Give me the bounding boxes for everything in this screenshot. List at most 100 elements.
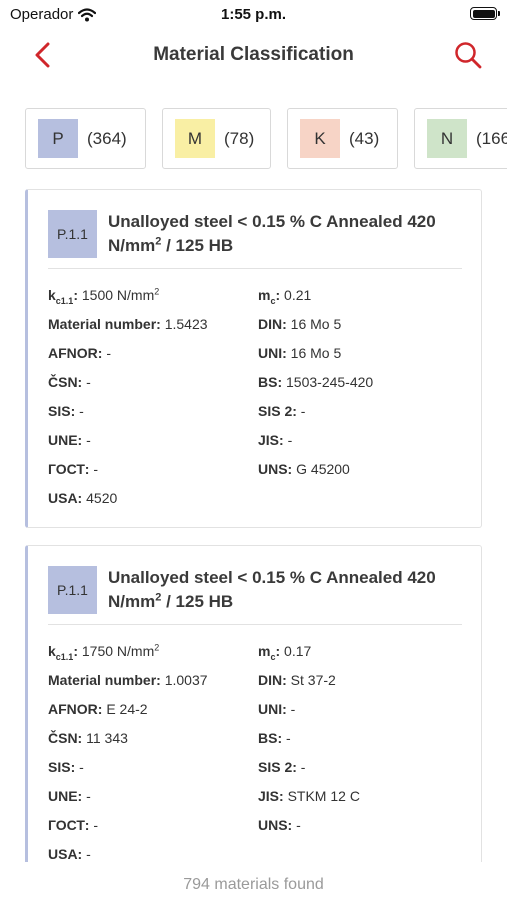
field-label: UNS: (258, 461, 293, 477)
field-label: USA: (48, 846, 83, 862)
group-count-p: (364) (87, 128, 127, 148)
field-value: G 45200 (296, 461, 350, 477)
field-value: 11 343 (86, 730, 128, 746)
field-kc11: kc1.1: 1500 N/mm2 (48, 286, 160, 306)
status-bar: Operador 1:55 p.m. (0, 0, 507, 28)
field-sis: SIS: - (48, 403, 84, 419)
field-csn: ČSN: - (48, 374, 91, 390)
field-value: - (296, 817, 301, 833)
field-usa: USA: 4520 (48, 490, 117, 506)
field-value: - (86, 846, 91, 862)
field-une: UNE: - (48, 788, 91, 804)
field-afnor: AFNOR: E 24-2 (48, 701, 148, 717)
clock: 1:55 p.m. (220, 6, 287, 23)
field-value: - (79, 759, 84, 775)
field-uni: UNI: 16 Mo 5 (258, 345, 341, 361)
material-title: Unalloyed steel < 0.15 % C Annealed 420 … (108, 568, 436, 611)
group-chip-p[interactable]: P (364) (25, 108, 146, 169)
field-value: - (300, 403, 306, 419)
group-count-n: (166) (476, 128, 507, 148)
field-label: UNE: (48, 432, 83, 448)
field-value: STKM 12 C (287, 788, 360, 804)
field-label: BS: (258, 374, 283, 390)
field-din: DIN: St 37-2 (258, 672, 336, 688)
field-value: - (86, 432, 91, 448)
material-card-header: P.1.1 Unalloyed steel < 0.15 % C Anneale… (48, 564, 462, 625)
field-value: - (287, 432, 293, 448)
field-value: 16 Mo 5 (290, 345, 342, 361)
field-value: 1750 N/mm2 (81, 642, 160, 659)
group-count-m: (78) (224, 128, 255, 148)
field-label: Material number: (48, 672, 161, 688)
group-chip-k[interactable]: K (43) (287, 108, 398, 169)
group-badge-n: N (427, 119, 467, 158)
nav-bar: Material Classification (0, 30, 507, 80)
field-une: UNE: - (48, 432, 91, 448)
field-value: - (106, 345, 111, 361)
field-value: - (86, 788, 91, 804)
field-gost: ГОСТ: - (48, 461, 98, 477)
field-label: AFNOR: (48, 345, 103, 361)
field-value: 1500 N/mm2 (81, 286, 160, 303)
material-group-selector: P (364) M (78) K (43) N (166) (25, 108, 507, 170)
field-uns: UNS: - (258, 817, 301, 833)
field-bs: BS: 1503-245-420 (258, 374, 373, 390)
field-label: SIS 2: (258, 759, 297, 775)
field-value: - (286, 730, 291, 746)
field-material-number: Material number: 1.0037 (48, 672, 208, 688)
group-badge-p: P (38, 119, 78, 158)
field-value: 4520 (86, 490, 118, 506)
material-group-badge: P.1.1 (48, 566, 97, 614)
field-value: E 24-2 (106, 701, 148, 717)
field-label: ГОСТ: (48, 817, 90, 833)
material-card[interactable]: P.1.1 Unalloyed steel < 0.15 % C Anneale… (25, 545, 482, 900)
field-label: JIS: (258, 788, 284, 804)
field-label: UNI: (258, 701, 287, 717)
field-label: SIS 2: (258, 403, 297, 419)
field-label: Material number: (48, 316, 161, 332)
field-value: 0.21 (284, 287, 312, 303)
field-csn: ČSN: 11 343 (48, 730, 128, 746)
field-afnor: AFNOR: - (48, 345, 111, 361)
field-kc11: kc1.1: 1750 N/mm2 (48, 642, 160, 662)
field-value: - (93, 817, 98, 833)
search-icon (455, 42, 482, 69)
field-value: 16 Mo 5 (290, 316, 342, 332)
field-label: UNE: (48, 788, 83, 804)
field-value: 0.17 (284, 643, 312, 659)
field-label: DIN: (258, 672, 287, 688)
field-jis: JIS: - (258, 432, 292, 448)
group-badge-k: K (300, 119, 340, 158)
field-label: DIN: (258, 316, 287, 332)
group-count-k: (43) (349, 128, 380, 148)
field-value: - (300, 759, 306, 775)
group-chip-n[interactable]: N (166) (414, 108, 507, 169)
field-material-number: Material number: 1.5423 (48, 316, 208, 332)
field-din: DIN: 16 Mo 5 (258, 316, 341, 332)
field-jis: JIS: STKM 12 C (258, 788, 360, 804)
field-label: SIS: (48, 403, 76, 419)
field-sis-2: SIS 2: - (258, 403, 305, 419)
field-gost: ГОСТ: - (48, 817, 98, 833)
field-sis-2: SIS 2: - (258, 759, 305, 775)
material-title: Unalloyed steel < 0.15 % C Annealed 420 … (108, 212, 436, 255)
group-chip-m[interactable]: M (78) (162, 108, 271, 169)
field-uni: UNI: - (258, 701, 295, 717)
field-label: ČSN: (48, 730, 83, 746)
material-card[interactable]: P.1.1 Unalloyed steel < 0.15 % C Anneale… (25, 189, 482, 528)
field-label: ČSN: (48, 374, 83, 390)
page-title: Material Classification (153, 44, 354, 65)
field-label: USA: (48, 490, 83, 506)
field-value: - (93, 461, 98, 477)
field-label: UNS: (258, 817, 293, 833)
field-label: JIS: (258, 432, 284, 448)
field-uns: UNS: G 45200 (258, 461, 350, 477)
field-label: BS: (258, 730, 283, 746)
field-value: - (290, 701, 296, 717)
field-mc: mc: 0.17 (258, 643, 312, 662)
field-label: AFNOR: (48, 701, 103, 717)
field-usa: USA: - (48, 846, 91, 862)
field-sis: SIS: - (48, 759, 84, 775)
footer-bar: 794 materials found (0, 862, 507, 900)
search-button[interactable] (451, 38, 485, 72)
